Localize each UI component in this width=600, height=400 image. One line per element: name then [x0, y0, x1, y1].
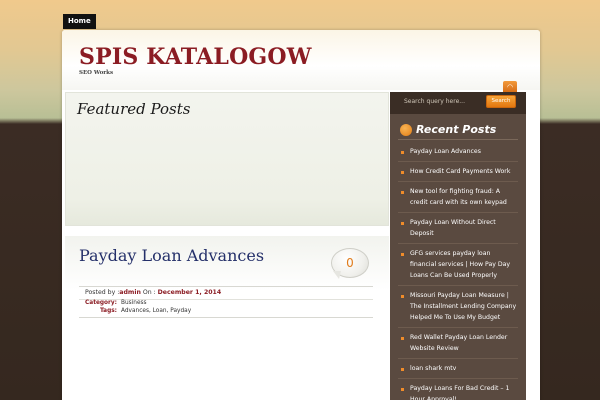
- recent-post-item[interactable]: Payday Loan Advances: [398, 142, 518, 162]
- top-navigation: Home: [63, 8, 96, 29]
- search-input[interactable]: [404, 96, 482, 108]
- square-bullet-icon: [401, 253, 404, 256]
- site-header: SPIS KATALOGOW SEO Works ◠: [62, 30, 540, 93]
- square-bullet-icon: [401, 388, 404, 391]
- post-author[interactable]: admin: [119, 289, 141, 296]
- recent-post-item[interactable]: Missouri Payday Loan Measure | The Insta…: [398, 286, 518, 328]
- recent-post-item[interactable]: How Credit Card Payments Work: [398, 162, 518, 182]
- recent-posts-header: Recent Posts: [398, 122, 518, 140]
- recent-post-item[interactable]: loan shark mtv: [398, 359, 518, 379]
- recent-posts-title: Recent Posts: [416, 123, 497, 136]
- site-description: SEO Works: [79, 70, 114, 76]
- search-button[interactable]: Search: [486, 95, 516, 108]
- orange-circle-icon: [400, 124, 412, 136]
- post-date: December 1, 2014: [157, 289, 222, 296]
- post-meta: Posted by :admin On : December 1, 2014: [85, 289, 221, 296]
- recent-post-item[interactable]: Payday Loan Without Direct Deposit: [398, 213, 518, 244]
- recent-post-item[interactable]: New tool for fighting fraud: A credit ca…: [398, 182, 518, 213]
- posted-by-label: Posted by :: [85, 289, 120, 296]
- featured-posts-box: Featured Posts: [65, 92, 389, 226]
- divider: [79, 286, 373, 287]
- on-label: On :: [140, 289, 158, 296]
- post-tags-row: Tags: Advances, Loan, Payday: [79, 308, 191, 314]
- post-title[interactable]: Payday Loan Advances: [79, 246, 264, 265]
- featured-posts-title: Featured Posts: [77, 100, 191, 118]
- tag-link[interactable]: Payday: [170, 308, 191, 314]
- tags-label: Tags:: [99, 308, 117, 314]
- nav-home-link[interactable]: Home: [63, 14, 96, 29]
- recent-post-item[interactable]: Payday Loans For Bad Credit – 1 Hour App…: [398, 379, 518, 400]
- main-content: Featured Posts Payday Loan Advances 0 Po…: [65, 92, 389, 400]
- page-wrapper: SPIS KATALOGOW SEO Works ◠ Featured Post…: [62, 30, 540, 400]
- recent-post-item[interactable]: GFG services payday loan financial servi…: [398, 244, 518, 286]
- square-bullet-icon: [401, 337, 404, 340]
- tag-link[interactable]: Loan: [153, 308, 167, 314]
- square-bullet-icon: [401, 222, 404, 225]
- category-label: Category:: [85, 300, 117, 306]
- recent-posts-list: Payday Loan Advances How Credit Card Pay…: [398, 142, 518, 400]
- divider: [79, 317, 373, 318]
- recent-post-item[interactable]: Red Wallet Payday Loan Lender Website Re…: [398, 328, 518, 359]
- site-title[interactable]: SPIS KATALOGOW: [79, 44, 312, 70]
- category-link[interactable]: Business: [121, 300, 147, 306]
- square-bullet-icon: [401, 191, 404, 194]
- square-bullet-icon: [401, 151, 404, 154]
- square-bullet-icon: [401, 171, 404, 174]
- bubble-tail: [333, 271, 341, 279]
- post-entry: Payday Loan Advances 0 Posted by :admin …: [65, 236, 389, 400]
- square-bullet-icon: [401, 295, 404, 298]
- search-bar: Search: [390, 92, 526, 114]
- square-bullet-icon: [401, 368, 404, 371]
- post-category-row: Category: Business: [79, 300, 147, 306]
- tag-link[interactable]: Advances: [121, 308, 149, 314]
- sidebar: Search Recent Posts Payday Loan Advances…: [390, 92, 526, 400]
